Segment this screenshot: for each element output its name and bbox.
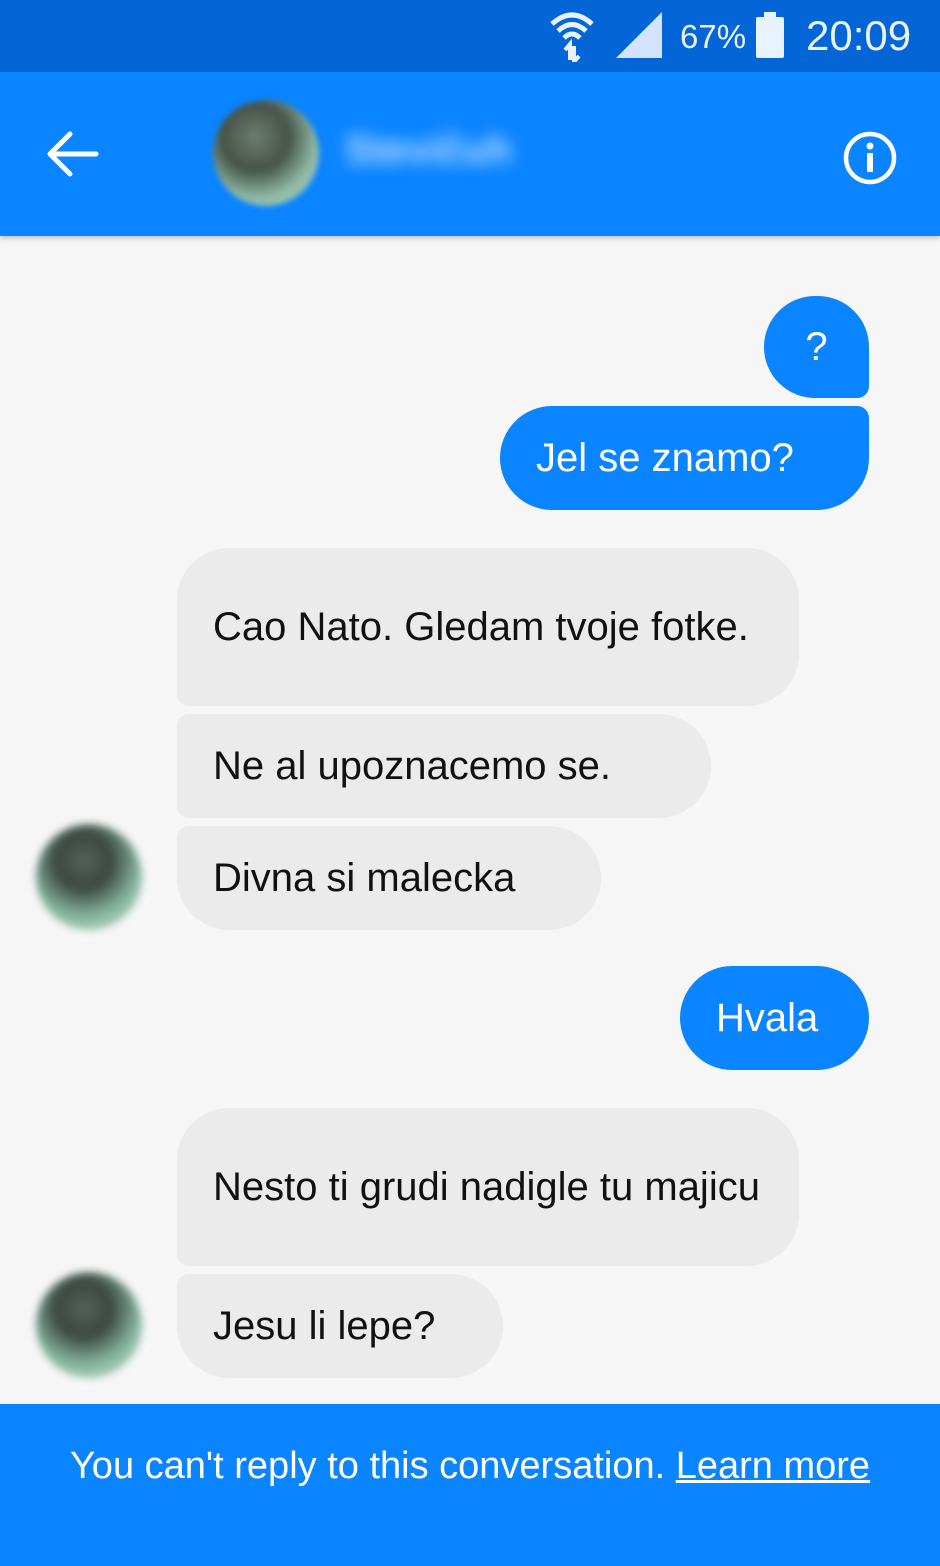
contact-avatar[interactable] — [213, 100, 319, 206]
battery-icon — [756, 12, 784, 58]
battery-percent: 67% — [680, 18, 747, 55]
sender-avatar[interactable] — [36, 1272, 142, 1378]
message-bubble-outgoing[interactable]: Hvala — [680, 966, 869, 1070]
message-bubble-outgoing[interactable]: ? — [764, 296, 869, 398]
reply-disabled-banner: You can't reply to this conversation. Le… — [0, 1404, 940, 1566]
status-bar: 67% 20:09 — [0, 0, 940, 72]
message-bubble-incoming[interactable]: Jesu li lepe? — [177, 1274, 503, 1378]
info-icon[interactable] — [842, 130, 898, 186]
clock: 20:09 — [806, 12, 912, 59]
contact-name[interactable]: Stevičuh — [345, 128, 512, 173]
wifi-data-icon — [550, 12, 594, 62]
back-arrow-icon[interactable] — [40, 122, 104, 186]
learn-more-link[interactable]: Learn more — [676, 1445, 870, 1487]
sender-avatar[interactable] — [36, 824, 142, 930]
signal-icon — [616, 12, 662, 58]
message-bubble-incoming[interactable]: Cao Nato. Gledam tvoje fotke. — [177, 548, 799, 706]
reply-disabled-notice: You can't reply to this conversation. — [69, 1445, 666, 1487]
conversation-header: Stevičuh — [0, 72, 940, 236]
message-bubble-incoming[interactable]: Divna si malecka — [177, 826, 601, 930]
message-bubble-incoming[interactable]: Ne al upoznacemo se. — [177, 714, 711, 818]
message-bubble-outgoing[interactable]: Jel se znamo? — [500, 406, 869, 510]
message-bubble-incoming[interactable]: Nesto ti grudi nadigle tu majicu — [177, 1108, 799, 1266]
